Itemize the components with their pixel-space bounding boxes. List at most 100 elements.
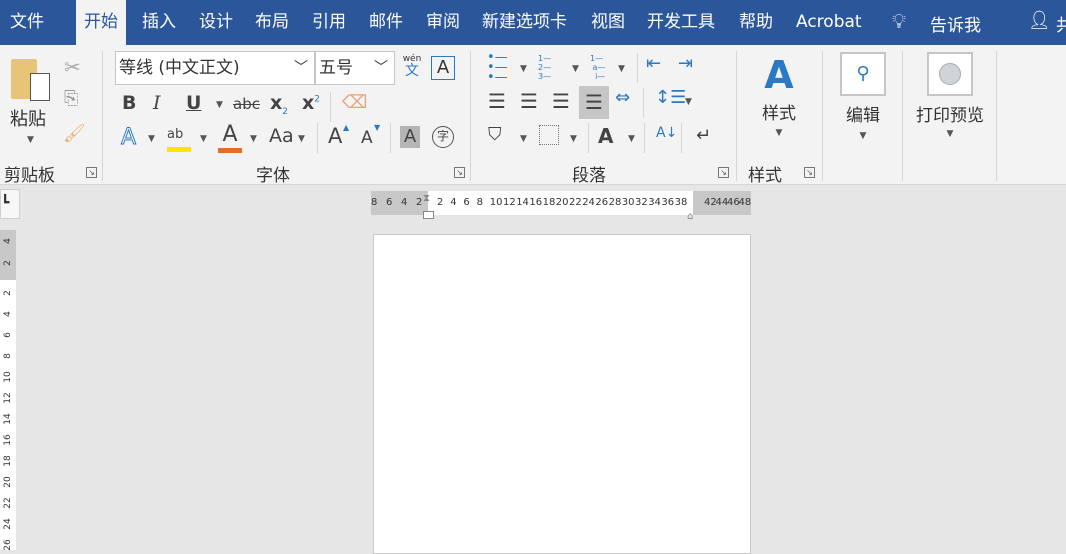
distributed-icon[interactable]: ⇔ (615, 87, 630, 108)
justify-icon[interactable]: ☰ (579, 86, 609, 119)
vertical-ruler[interactable]: 4 2 2 4 6 8 10 12 14 16 18 20 22 24 26 (0, 230, 16, 551)
format-painter-icon[interactable]: 🖌︎ (63, 123, 86, 144)
share-user-icon[interactable]: 👤︎ (1028, 10, 1051, 31)
align-right-icon[interactable]: ☰ (552, 89, 570, 113)
bullets-button[interactable]: •— •— •— (487, 51, 508, 84)
ruler-tick-label: 24 (3, 518, 13, 530)
font-name-select[interactable]: 等线 (中文正文) ﹀ (115, 51, 315, 85)
tab-10[interactable]: 开发工具 (639, 0, 723, 45)
line-spacing-icon[interactable]: ↕☰ (655, 87, 686, 108)
text-effect-button[interactable]: A (120, 125, 136, 151)
asian-layout-dropdown-icon[interactable]: ▼ (628, 134, 635, 144)
print-preview-button[interactable]: 打印预览 ▼ (910, 45, 990, 155)
paste-dropdown-icon[interactable]: ▼ (27, 135, 34, 145)
ruler-tick-label: 38 (674, 197, 688, 208)
phonetic-guide-button[interactable]: wén 文 (401, 54, 423, 78)
bold-button[interactable]: B (122, 92, 136, 114)
highlight-color-bar (167, 147, 191, 152)
tab-1[interactable]: 开始 (76, 0, 126, 45)
clear-formatting-icon[interactable]: ⌫ (342, 92, 367, 113)
decrease-indent-icon[interactable]: ⇤ (646, 53, 661, 74)
tab-3[interactable]: 设计 (191, 0, 241, 45)
search-icon: ⚲ (840, 52, 886, 96)
tell-me-button[interactable]: 告诉我 (930, 11, 981, 36)
paste-button[interactable]: 粘贴 ▼ (8, 55, 52, 155)
horizontal-ruler[interactable]: 8642 2 4 6 8 10 12 14 16 18 20 22 24 26 28 30 32 34 36 38 … (371, 191, 751, 222)
multilevel-list-button[interactable]: 1— a— i— (590, 54, 605, 81)
styles-launcher-icon[interactable]: ↘ (804, 167, 815, 178)
asian-layout-icon[interactable]: A (598, 124, 613, 148)
highlight-dropdown-icon[interactable]: ▼ (200, 134, 207, 144)
underline-dropdown-icon[interactable]: ▼ (216, 100, 223, 110)
shrink-font-button[interactable]: A (361, 128, 373, 148)
ruler-tick-label: 12 (503, 197, 516, 208)
lightbulb-icon[interactable]: 💡︎ (892, 9, 906, 33)
tab-5[interactable]: 引用 (304, 0, 354, 45)
ruler-tick-label: 20 (3, 476, 13, 488)
italic-button[interactable]: I (153, 92, 161, 114)
copy-icon[interactable]: ⎘ (64, 88, 78, 109)
cut-icon[interactable]: ✂ (64, 55, 81, 79)
tab-2[interactable]: 插入 (134, 0, 184, 45)
tab-11[interactable]: 帮助 (731, 0, 781, 45)
phonetic-bottom: 文 (405, 63, 419, 79)
tab-0[interactable]: 文件 (2, 0, 52, 45)
bullets-dropdown-icon[interactable]: ▼ (520, 64, 527, 74)
right-indent-marker[interactable]: ⌂ (687, 205, 693, 229)
first-line-indent-marker[interactable]: ⧗ (423, 187, 430, 211)
editing-button[interactable]: ⚲ 编辑 ▼ (836, 45, 890, 155)
numbering-dropdown-icon[interactable]: ▼ (572, 64, 579, 74)
grow-arrow-icon: ▲ (343, 123, 350, 132)
change-case-dropdown-icon[interactable]: ▼ (298, 134, 305, 144)
font-size-select[interactable]: 五号 ﹀ (315, 51, 395, 85)
grow-font-button[interactable]: A (328, 124, 342, 148)
character-border-button[interactable]: A (431, 56, 455, 80)
tab-12[interactable]: Acrobat (788, 0, 870, 45)
share-button[interactable]: 共 (1056, 11, 1066, 36)
paragraph-launcher-icon[interactable]: ↘ (718, 167, 729, 178)
styles-label: 样式 (762, 104, 796, 124)
shading-icon[interactable]: ⛉ (488, 124, 502, 145)
highlight-button[interactable]: ab (167, 123, 191, 152)
ruler-tick-label: 6 (463, 197, 470, 208)
numbering-button[interactable]: 1— 2— 3— (538, 54, 551, 81)
superscript-button[interactable]: x2 (302, 92, 320, 114)
chevron-down-icon: ﹀ (294, 60, 308, 76)
tab-8[interactable]: 新建选项卡 (474, 0, 575, 45)
ruler-tick-label: 4 (3, 311, 13, 317)
tab-7[interactable]: 审阅 (418, 0, 468, 45)
print-preview-icon (927, 52, 973, 96)
tab-9[interactable]: 视图 (583, 0, 633, 45)
strikethrough-button[interactable]: abc (233, 95, 260, 113)
multilevel-dropdown-icon[interactable]: ▼ (618, 64, 625, 74)
shading-dropdown-icon[interactable]: ▼ (520, 134, 527, 144)
print-preview-dropdown-icon: ▼ (946, 129, 954, 139)
clipboard-launcher-icon[interactable]: ↘ (86, 167, 97, 178)
subscript-button[interactable]: x2 (270, 92, 288, 117)
styles-button[interactable]: A 样式 ▼ (750, 53, 808, 153)
font-color-dropdown-icon[interactable]: ▼ (250, 134, 257, 144)
font-color-button[interactable]: A (218, 122, 242, 153)
increase-indent-icon[interactable]: ⇥ (678, 53, 693, 74)
tab-selector[interactable]: ┗ (0, 189, 20, 219)
show-marks-icon[interactable]: ↵ (696, 125, 711, 146)
text-effect-dropdown-icon[interactable]: ▼ (148, 134, 155, 144)
tab-6[interactable]: 邮件 (361, 0, 411, 45)
enclose-character-button[interactable]: 字 (432, 126, 454, 148)
tab-4[interactable]: 布局 (247, 0, 297, 45)
left-indent-marker[interactable] (423, 211, 434, 219)
underline-button[interactable]: U (186, 92, 201, 114)
ruler-tick-label: 2 (3, 290, 13, 296)
character-shading-button[interactable]: A (400, 126, 420, 148)
line-spacing-dropdown-icon[interactable]: ▼ (685, 97, 692, 107)
font-launcher-icon[interactable]: ↘ (454, 167, 465, 178)
align-center-icon[interactable]: ☰ (520, 89, 538, 113)
superscript-2: 2 (314, 94, 320, 105)
font-size-value: 五号 (319, 58, 353, 78)
document-page[interactable] (373, 234, 751, 554)
borders-dropdown-icon[interactable]: ▼ (570, 134, 577, 144)
align-left-icon[interactable]: ☰ (488, 89, 506, 113)
sort-icon[interactable]: A↓ (656, 125, 677, 141)
change-case-button[interactable]: Aa (269, 125, 294, 147)
borders-icon[interactable] (539, 125, 559, 145)
